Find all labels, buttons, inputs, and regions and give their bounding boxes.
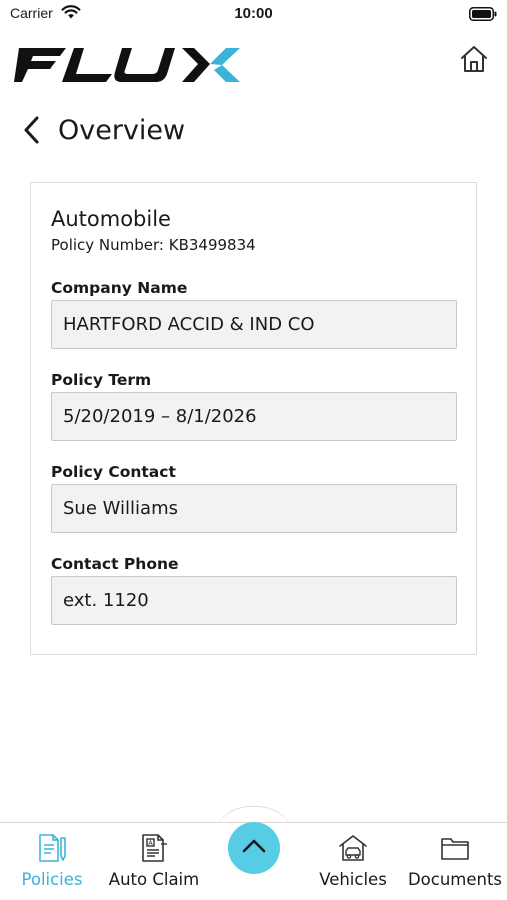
claim-form-icon: A (138, 831, 170, 865)
chevron-left-icon (22, 112, 46, 148)
back-button[interactable]: Overview (22, 110, 185, 150)
policy-term-label: Policy Term (51, 371, 152, 389)
chevron-up-icon (241, 838, 267, 858)
policy-contact-field: Sue Williams (51, 484, 457, 533)
home-icon[interactable] (459, 44, 489, 78)
battery-icon (469, 6, 497, 25)
tab-label-vehicles: Vehicles (319, 870, 387, 889)
svg-text:A: A (148, 839, 153, 847)
tab-auto-claim[interactable]: A Auto Claim (104, 823, 204, 900)
policy-contact-label: Policy Contact (51, 463, 176, 481)
app-header (0, 36, 507, 96)
company-name-label: Company Name (51, 279, 188, 297)
tab-label-policies: Policies (21, 870, 83, 889)
policy-type: Automobile (51, 207, 171, 231)
tab-documents[interactable]: Documents (406, 823, 504, 900)
company-name-field: HARTFORD ACCID & IND CO (51, 300, 457, 349)
folder-icon (439, 831, 471, 865)
contact-phone-field: ext. 1120 (51, 576, 457, 625)
status-bar: Carrier 10:00 (0, 0, 507, 28)
tab-policies[interactable]: Policies (14, 823, 90, 900)
tab-vehicles[interactable]: Vehicles (313, 823, 393, 900)
policy-term-field: 5/20/2019 – 8/1/2026 (51, 392, 457, 441)
policy-document-icon (36, 831, 68, 865)
car-garage-icon (337, 831, 369, 865)
contact-phone-label: Contact Phone (51, 555, 179, 573)
tab-label-auto-claim: Auto Claim (108, 870, 200, 889)
page-title: Overview (58, 114, 186, 146)
flux-logo (14, 42, 252, 90)
tab-label-documents: Documents (407, 870, 503, 889)
policy-number: Policy Number: KB3499834 (51, 236, 256, 254)
status-time: 10:00 (234, 5, 273, 22)
expand-menu-button[interactable] (228, 822, 280, 874)
policy-card: Automobile Policy Number: KB3499834 Comp… (30, 182, 477, 655)
